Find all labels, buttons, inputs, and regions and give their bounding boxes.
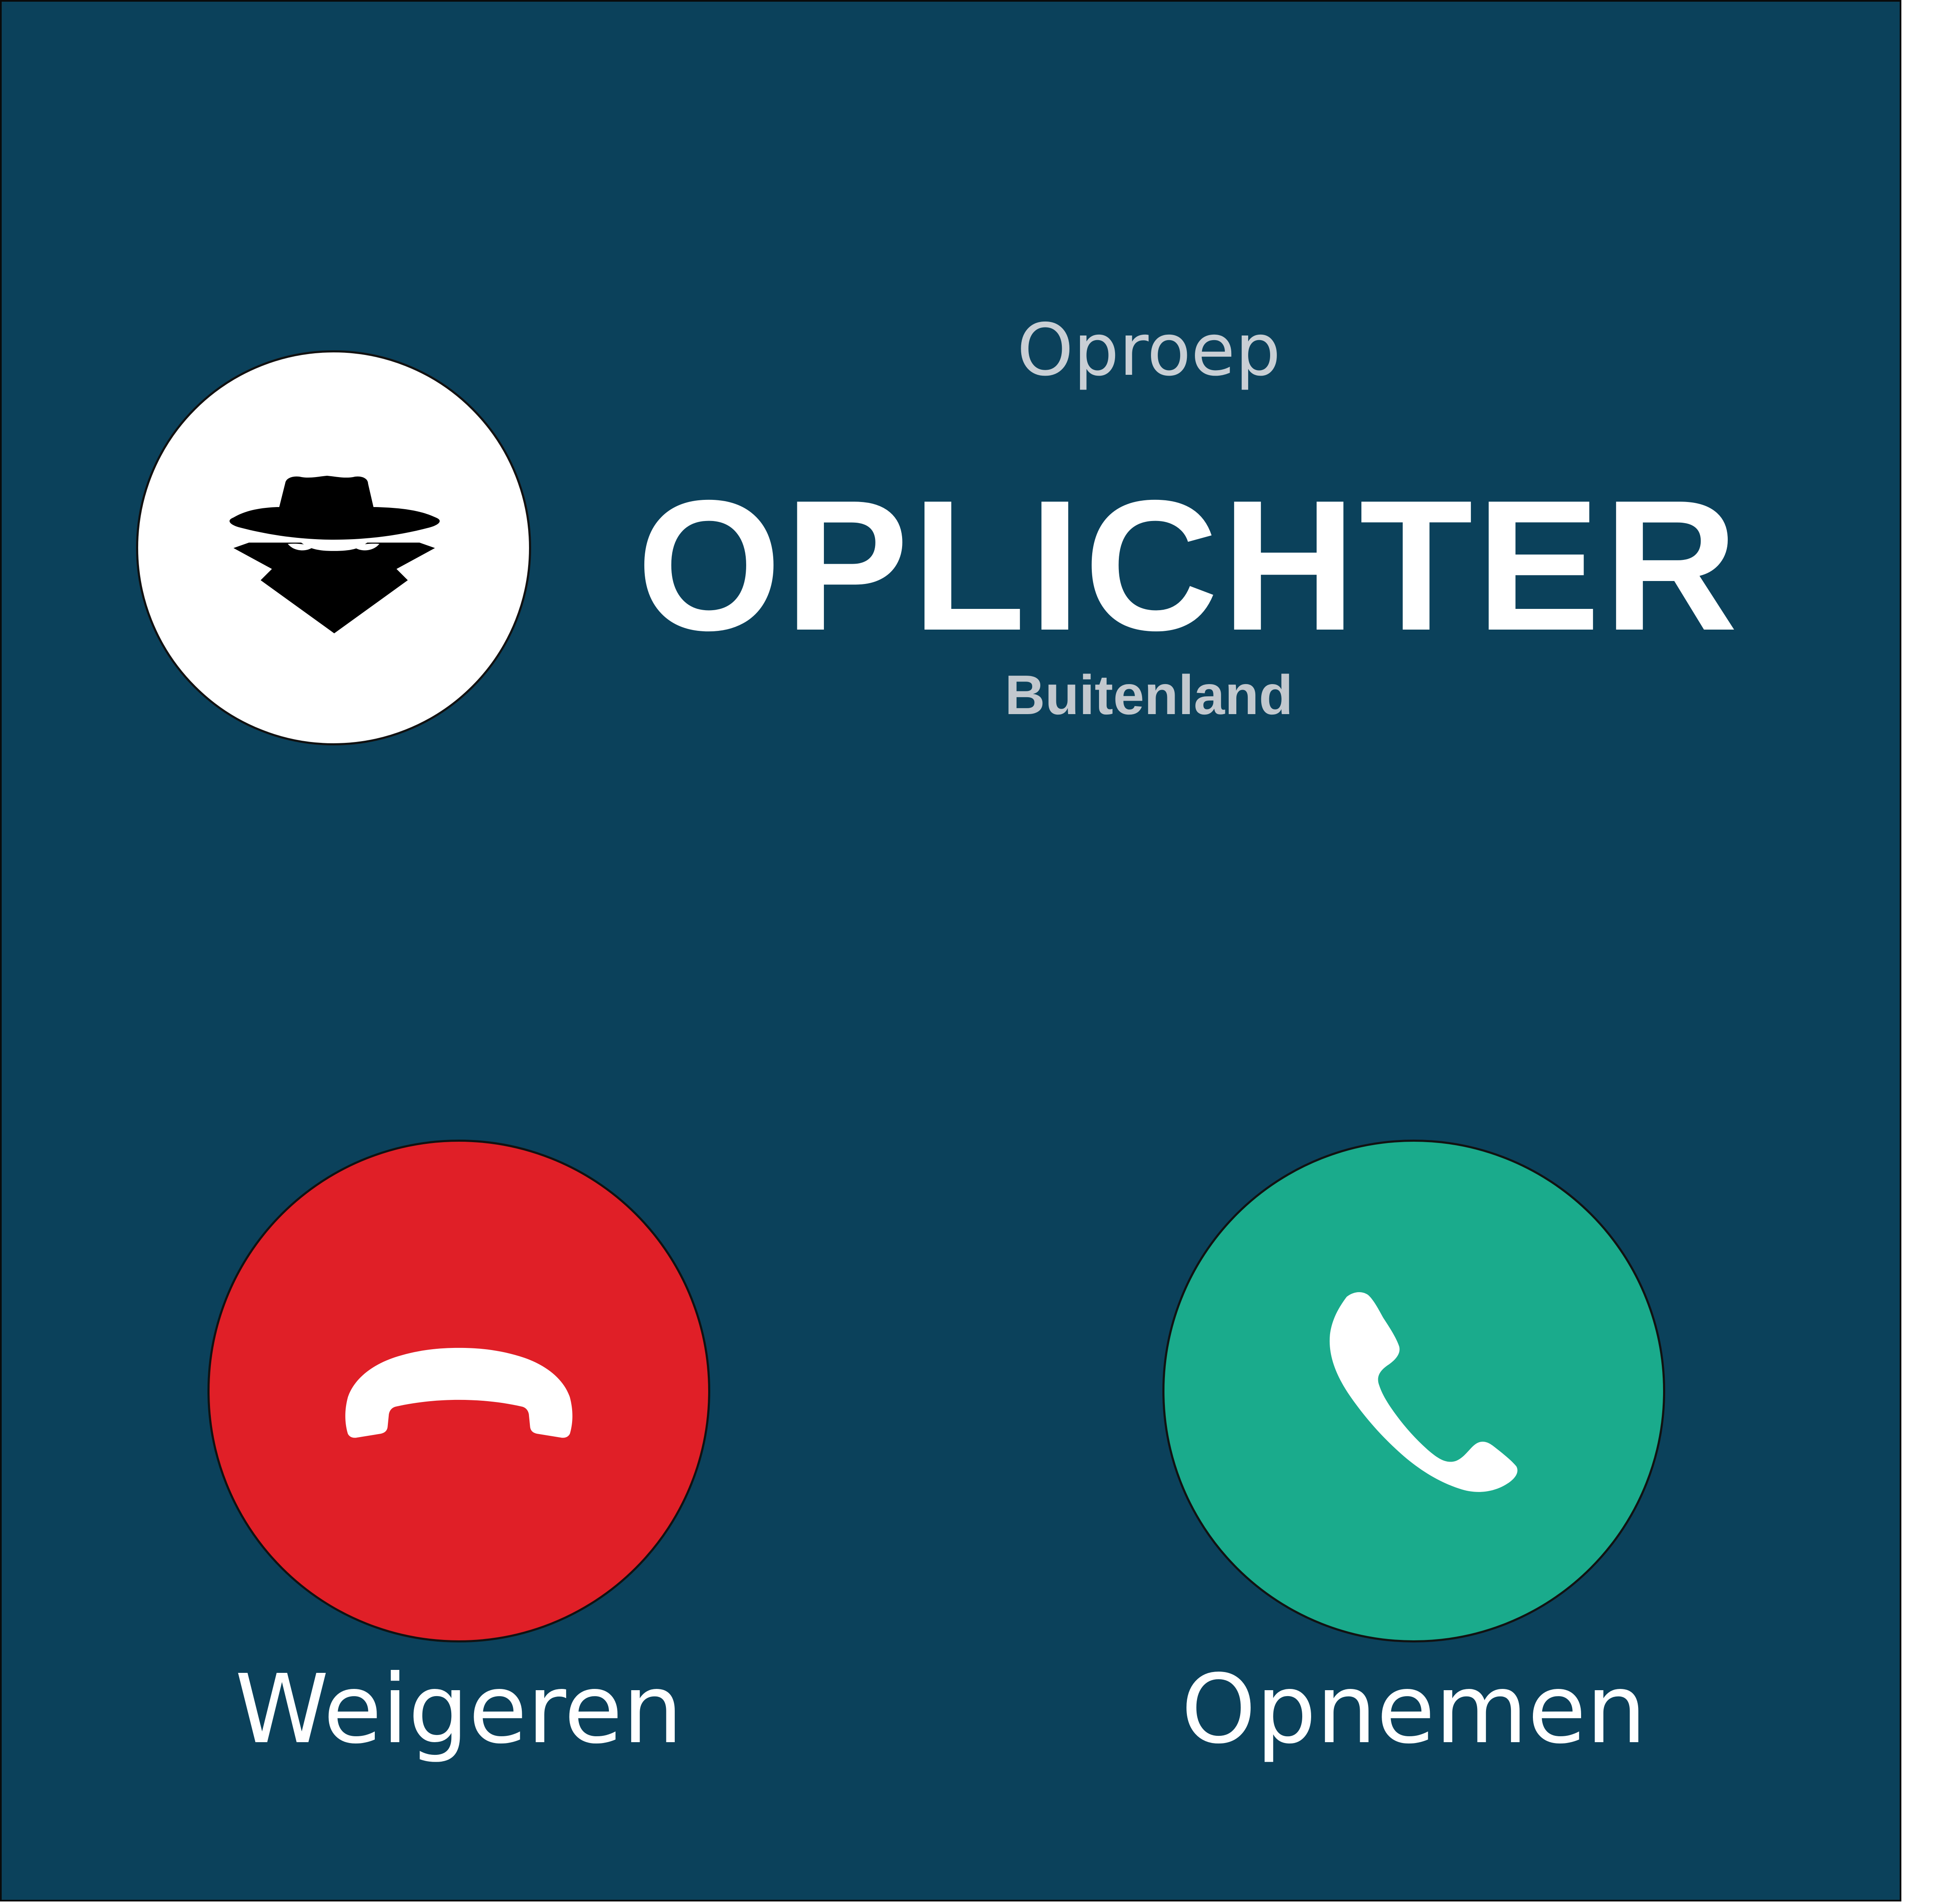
phone-icon: [1329, 1292, 1518, 1492]
accept-button[interactable]: [1162, 1140, 1665, 1642]
caller-name: OPLICHTER: [636, 462, 1742, 669]
hang-up-phone-icon: [345, 1348, 573, 1438]
call-type-label: Oproep: [1017, 308, 1281, 392]
incoming-call-screen: Oproep OPLICHTER Buitenland Weigeren Opn…: [0, 0, 1901, 1901]
accept-label: Opnemen: [1181, 1654, 1647, 1765]
caller-avatar: [136, 350, 531, 745]
decline-label: Weigeren: [235, 1654, 683, 1765]
caller-location: Buitenland: [1005, 664, 1293, 726]
spy-icon: [229, 475, 440, 633]
decline-button[interactable]: [207, 1140, 710, 1642]
